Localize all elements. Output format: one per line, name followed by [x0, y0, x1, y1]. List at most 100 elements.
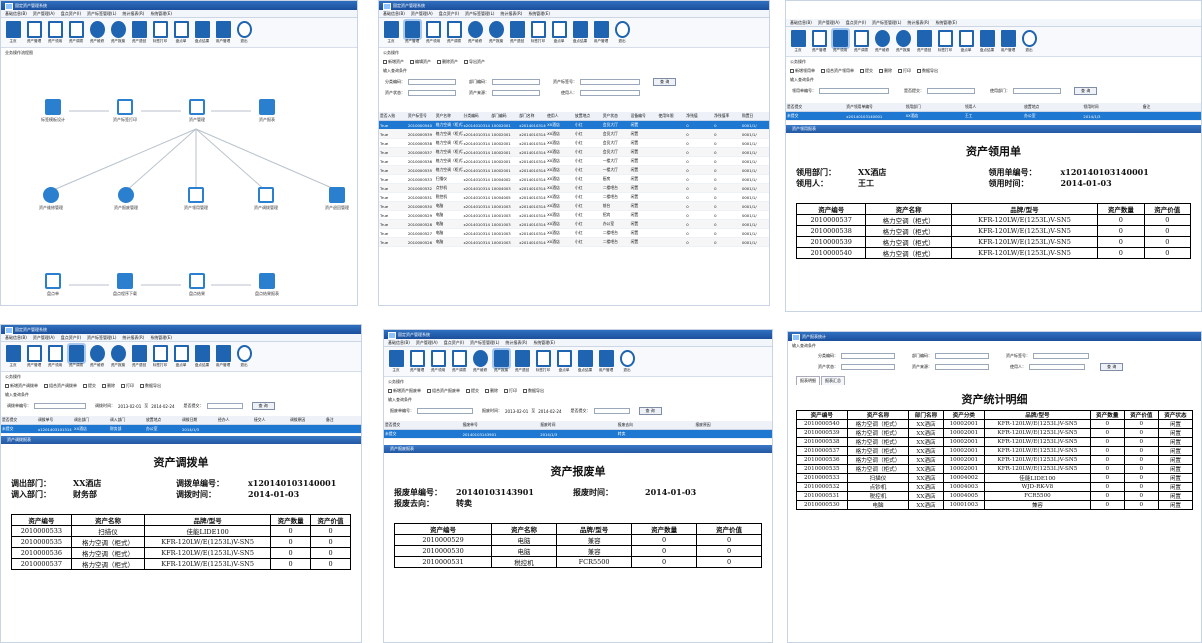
- menu-reports[interactable]: 统计报表(R): [122, 11, 144, 17]
- toolbar-scrap-button[interactable]: 资产报废: [893, 30, 913, 53]
- toolbar-users-button[interactable]: 用户管理: [591, 21, 611, 44]
- menu-reports[interactable]: 统计报表(R): [122, 335, 144, 341]
- toolbar-home-button[interactable]: 主页: [3, 345, 23, 368]
- table-row[interactable]: True2010000533扫描仪x2014010314000110004002…: [379, 174, 769, 184]
- menu-assets[interactable]: 资产管理(A): [33, 335, 55, 341]
- column-header[interactable]: 购置日: [740, 112, 769, 121]
- toolbar-exit-button[interactable]: 退出: [617, 350, 637, 373]
- toolbar-stock-sheet-button[interactable]: 盘点单: [171, 345, 191, 368]
- flow-return[interactable]: 资产退回管理: [317, 187, 357, 211]
- flow-label-design[interactable]: 标签模板设计: [33, 99, 73, 123]
- toolbar-return-button[interactable]: 资产退回: [129, 21, 149, 44]
- toolbar-receive-button[interactable]: 资产领用: [428, 350, 448, 373]
- column-header[interactable]: 分类编码: [462, 112, 491, 121]
- column-header[interactable]: 使用人: [546, 112, 574, 121]
- toolbar-exit-button[interactable]: 退出: [1019, 30, 1039, 53]
- table-row[interactable]: True2010000531税控机x2014010314000110004005…: [379, 192, 769, 202]
- submitted-select[interactable]: [206, 403, 243, 409]
- table-row[interactable]: True2010000526电脑x2014010314000110001003x…: [379, 237, 769, 247]
- toolbar-stock-sheet-button[interactable]: 盘点单: [554, 350, 574, 373]
- column-header[interactable]: 领用人: [963, 103, 1024, 112]
- toolbar-return-button[interactable]: 资产退回: [914, 30, 934, 53]
- toolbar-label-button[interactable]: 标签打印: [528, 21, 548, 44]
- toolbar-asset-button[interactable]: 资产管理: [402, 19, 422, 44]
- menu-inventory[interactable]: 盘点资产(I): [846, 20, 866, 26]
- toolbar-transfer-button[interactable]: 资产调拨: [449, 350, 469, 373]
- menu-basic[interactable]: 基础信息(B): [790, 20, 812, 26]
- table-row[interactable]: True2010000538格力空调（柜式）x20140103140001100…: [379, 138, 769, 148]
- toolbar-users-button[interactable]: 用户管理: [213, 21, 233, 44]
- toolbar-label-button[interactable]: 标签打印: [533, 350, 553, 373]
- new-button[interactable]: 新增资产调拨单: [5, 383, 38, 389]
- menu-system[interactable]: 系统管理(E): [935, 20, 957, 26]
- column-header[interactable]: 是否提交: [384, 421, 462, 430]
- toolbar-transfer-button[interactable]: 资产调拨: [66, 21, 86, 44]
- date-to[interactable]: 2014-02-24: [151, 404, 174, 409]
- compose-button[interactable]: 组合资产领用单: [821, 68, 854, 74]
- menu-labels[interactable]: 资产标签管理(L): [465, 11, 494, 17]
- toolbar-transfer-button[interactable]: 资产调拨: [444, 21, 464, 44]
- asset-status-select[interactable]: [841, 364, 895, 370]
- menu-basic[interactable]: 基础信息(B): [388, 340, 410, 346]
- toolbar-receive-button[interactable]: 资产领用: [45, 21, 65, 44]
- column-header[interactable]: 放置地点: [1023, 103, 1083, 112]
- menu-system[interactable]: 系统管理(E): [150, 11, 172, 17]
- asset-tag-input[interactable]: [1033, 353, 1089, 359]
- column-header[interactable]: 报废时间: [539, 421, 617, 430]
- toolbar-stock-sheet-button[interactable]: 盘点单: [956, 30, 976, 53]
- table-row[interactable]: 未提交 x20140103140001 XX酒店 王工 办公室 2014/1/3: [786, 111, 1201, 121]
- column-header[interactable]: 领用时间: [1082, 103, 1142, 112]
- toolbar-users-button[interactable]: 用户管理: [596, 350, 616, 373]
- add-asset-button[interactable]: 新增资产: [383, 59, 404, 65]
- dept-select[interactable]: [1013, 88, 1061, 94]
- column-header[interactable]: 资产标签号: [406, 112, 435, 121]
- column-header[interactable]: 调拨原因: [289, 416, 325, 425]
- menu-basic[interactable]: 基础信息(B): [5, 335, 27, 341]
- flow-stock-sheet[interactable]: 盘点单: [33, 273, 73, 297]
- user-input[interactable]: [580, 90, 640, 96]
- flow-asset-manage[interactable]: 资产管理: [177, 99, 217, 123]
- flow-download[interactable]: 盘点程序下载: [105, 273, 145, 297]
- menu-system[interactable]: 系统管理(E): [528, 11, 550, 17]
- toolbar-exit-button[interactable]: 退出: [612, 21, 632, 44]
- toolbar-label-button[interactable]: 标签打印: [150, 345, 170, 368]
- delete-button[interactable]: 删除: [485, 388, 498, 394]
- toolbar-scrap-button[interactable]: 资产报废: [108, 21, 128, 44]
- table-row[interactable]: True2010000535格力空调（柜式）x20140103140001100…: [379, 165, 769, 175]
- toolbar-return-button[interactable]: 资产退回: [129, 345, 149, 368]
- column-header[interactable]: 是否入账: [379, 112, 407, 121]
- submitted-select[interactable]: [927, 88, 975, 94]
- toolbar-receive-button[interactable]: 资产领用: [423, 21, 443, 44]
- flow-transfer[interactable]: 资产调拨管理: [246, 187, 286, 211]
- export-asset-button[interactable]: 导出资产: [464, 59, 485, 65]
- toolbar-scrap-button[interactable]: 资产报废: [486, 21, 506, 44]
- menu-reports[interactable]: 统计报表(R): [500, 11, 522, 17]
- column-header[interactable]: 是否提交: [1, 416, 37, 425]
- menu-labels[interactable]: 资产标签管理(L): [87, 11, 116, 17]
- toolbar-transfer-button[interactable]: 资产调拨: [851, 30, 871, 53]
- scrap-no-input[interactable]: [417, 408, 473, 414]
- table-row[interactable]: True2010000529电脑x2014010314000110001003x…: [379, 210, 769, 220]
- flow-repair[interactable]: 资产维修管理: [31, 187, 71, 211]
- toolbar-receive-button[interactable]: 资产领用: [830, 28, 850, 53]
- flow-asset-report[interactable]: 资产报表: [247, 99, 287, 123]
- column-header[interactable]: 是否提交: [786, 103, 846, 112]
- column-header[interactable]: 资产状态: [601, 112, 630, 121]
- toolbar-repair-button[interactable]: 资产维修: [87, 21, 107, 44]
- menu-inventory[interactable]: 盘点资产(I): [61, 335, 81, 341]
- column-header[interactable]: 报废单号: [461, 421, 540, 430]
- asset-tag-input[interactable]: [580, 79, 640, 85]
- toolbar-home-button[interactable]: 主页: [386, 350, 406, 373]
- column-header[interactable]: 设备编号: [629, 112, 658, 121]
- date-from[interactable]: 2013-02-01: [505, 409, 528, 414]
- toolbar-home-button[interactable]: 主页: [381, 21, 401, 44]
- query-button[interactable]: 查 询: [653, 78, 677, 86]
- toolbar-transfer-button[interactable]: 资产调拨: [66, 343, 86, 368]
- category-code-input[interactable]: [841, 353, 895, 359]
- column-header[interactable]: 净残值: [685, 112, 714, 121]
- menu-system[interactable]: 系统管理(E): [150, 335, 172, 341]
- column-header[interactable]: 备注: [325, 416, 361, 425]
- column-header[interactable]: 部门编码: [490, 112, 519, 121]
- date-from[interactable]: 2013-02-01: [118, 404, 141, 409]
- compose-button[interactable]: 组合资产报废单: [427, 388, 460, 394]
